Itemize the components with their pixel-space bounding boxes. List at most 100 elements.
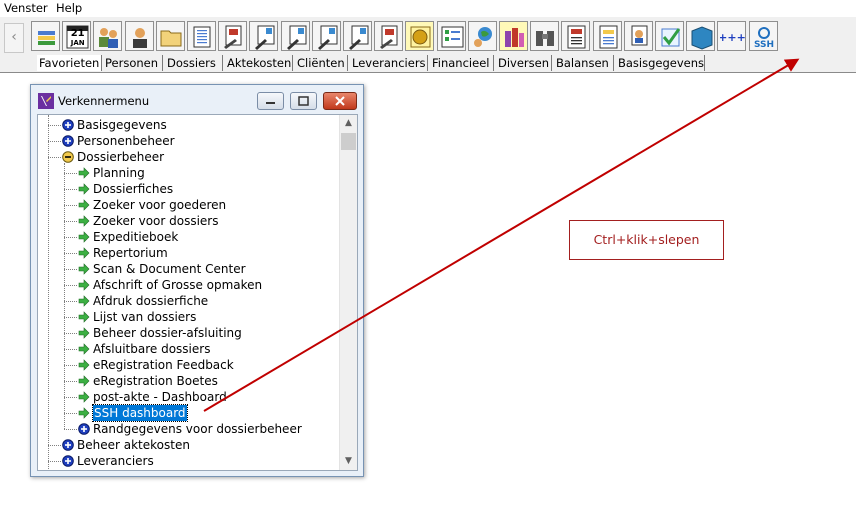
toolbar-button-ssh[interactable]: SSH — [748, 21, 778, 51]
toolbar-button-deed[interactable] — [374, 21, 404, 51]
toolbar-button-book[interactable] — [686, 21, 716, 51]
tree-item-zoeker-voor-dossiers[interactable]: Zoeker voor dossiers — [38, 213, 338, 229]
tree-item-label: Dossierfiches — [93, 182, 174, 196]
tree-item-ssh-dashboard[interactable]: SSH dashboard — [38, 404, 338, 422]
tab-strip: Favorieten Personen Dossiers Aktekosten Clië… — [0, 55, 856, 73]
close-button[interactable] — [323, 92, 357, 110]
verkennermenu-window: Verkennermenu ▲ ▼ Basisgegevens Personenb… — [30, 84, 364, 477]
toolbar-button-checklist[interactable] — [436, 21, 466, 51]
toolbar-button-euro-deed[interactable] — [343, 21, 372, 51]
toolbar-scroll-left-button[interactable]: ‹ — [4, 23, 24, 53]
toolbar-button-people[interactable] — [93, 21, 123, 51]
minimize-button[interactable] — [257, 92, 284, 110]
tree-item-zoeker-voor-goederen[interactable]: Zoeker voor goederen — [38, 197, 338, 213]
scroll-thumb[interactable] — [341, 133, 356, 150]
tree-item-dossierbeheer[interactable]: Dossierbeheer — [38, 149, 338, 165]
menu-help[interactable]: Help — [56, 1, 82, 15]
tree-item-beheer-aktekosten[interactable]: Beheer aktekosten — [38, 437, 338, 453]
tree-item-scan-document-center[interactable]: Scan & Document Center — [38, 261, 338, 277]
certificate-icon — [631, 25, 648, 46]
tree-item-repertorium[interactable]: Repertorium — [38, 245, 338, 261]
tree-item-randgegevens-voor-dossierbeheer[interactable]: Randgegevens voor dossierbeheer — [38, 421, 338, 437]
tree-item-label: post-akte - Dashboard — [93, 390, 227, 404]
euro-coin-icon — [410, 26, 431, 48]
euro-deed-icon — [255, 25, 275, 50]
toolbar-button-check[interactable] — [655, 21, 684, 51]
tree-item-planning[interactable]: Planning — [38, 165, 338, 181]
green-arrow-icon — [78, 263, 90, 275]
maximize-button[interactable] — [290, 92, 317, 110]
tree-item-label: Randgegevens voor dossierbeheer — [93, 422, 302, 436]
toolbar-button-person[interactable] — [124, 21, 154, 51]
tab-leveranciers[interactable]: Leveranciers — [350, 55, 428, 71]
toolbar-button-calendar[interactable]: 21 JAN — [62, 21, 92, 51]
tree-item-expeditieboek[interactable]: Expeditieboek — [38, 229, 338, 245]
tree-item-afdruk-dossierfiche[interactable]: Afdruk dossierfiche — [38, 293, 338, 309]
tree-item-label: Leveranciers — [77, 454, 154, 468]
tree-item-label: eRegistration Boetes — [93, 374, 218, 388]
tree-item-eregistration-boetes[interactable]: eRegistration Boetes — [38, 373, 338, 389]
plus-circle-icon — [62, 455, 74, 467]
tab-personen[interactable]: Personen — [103, 55, 163, 71]
folder-icon — [160, 30, 182, 47]
tree-item-label: Personenbeheer — [77, 134, 175, 148]
tree-item-leveranciers[interactable]: Leveranciers — [38, 453, 338, 469]
minus-circle-icon — [62, 151, 74, 163]
toolbar-button-certificate[interactable] — [623, 21, 653, 51]
tree-item-beheer-dossier-afsluiting[interactable]: Beheer dossier-afsluiting — [38, 325, 338, 341]
toolbar-button-globe[interactable] — [467, 21, 497, 51]
tree-item-label: eRegistration Feedback — [93, 358, 234, 372]
tab-aktekosten[interactable]: Aktekosten — [225, 55, 293, 71]
check-icon — [661, 28, 681, 47]
tree-item-post-akte-dashboard[interactable]: post-akte - Dashboard — [38, 389, 338, 405]
document-icon — [193, 26, 211, 48]
book-icon — [691, 26, 713, 50]
explorer-tree: ▲ ▼ Basisgegevens Personenbeheer Dossierbe… — [37, 114, 358, 471]
tree-item-afsluitbare-dossiers[interactable]: Afsluitbare dossiers — [38, 341, 338, 357]
tab-dossiers[interactable]: Dossiers — [165, 55, 223, 71]
tree-item-basisgegevens[interactable]: Basisgegevens — [38, 117, 338, 133]
toolbar-button-document[interactable] — [187, 21, 216, 51]
tab-favorieten[interactable]: Favorieten — [37, 55, 102, 71]
toolbar-button-folder[interactable] — [155, 21, 185, 51]
toolbar-button-binoculars[interactable] — [530, 21, 560, 51]
close-icon — [335, 96, 345, 106]
toolbar-button-register[interactable] — [561, 21, 591, 51]
toolbar-button-books[interactable] — [499, 21, 528, 51]
toolbar-button-deed[interactable] — [218, 21, 248, 51]
minimize-icon — [266, 102, 275, 104]
toolbar-button-euro-deed[interactable] — [280, 21, 310, 51]
tree-item-eregistration-feedback[interactable]: eRegistration Feedback — [38, 357, 338, 373]
euro-deed-icon — [286, 25, 307, 50]
tree-item-label: Planning — [93, 166, 145, 180]
green-arrow-icon — [78, 343, 90, 355]
person-icon — [132, 28, 147, 48]
tree-scrollbar[interactable]: ▲ ▼ — [339, 115, 357, 470]
toolbar-button-euro-deed[interactable] — [311, 21, 341, 51]
tab-cli-nten[interactable]: Cliënten — [295, 55, 348, 71]
green-arrow-icon — [78, 167, 90, 179]
tab-diversen[interactable]: Diversen — [496, 55, 552, 71]
toolbar-button-euro-deed[interactable] — [249, 21, 279, 51]
green-arrow-icon — [78, 183, 90, 195]
tab-basisgegevens[interactable]: Basisgegevens — [616, 55, 705, 71]
toolbar-button-form[interactable] — [592, 21, 622, 51]
toolbar-button-euro-coin[interactable] — [405, 21, 435, 51]
tree-item-label: Lijst van dossiers — [93, 310, 197, 324]
tree-item-label: Zoeker voor dossiers — [93, 214, 219, 228]
tab-financieel[interactable]: Financieel — [430, 55, 494, 71]
tab-balansen[interactable]: Balansen — [554, 55, 614, 71]
deed-icon — [380, 25, 398, 49]
scroll-down-button[interactable]: ▼ — [340, 453, 357, 470]
tree-item-afschrift-of-grosse-opmaken[interactable]: Afschrift of Grosse opmaken — [38, 277, 338, 293]
scroll-up-button[interactable]: ▲ — [340, 115, 357, 132]
green-arrow-icon — [78, 327, 90, 339]
maximize-icon — [298, 96, 309, 106]
tree-item-personenbeheer[interactable]: Personenbeheer — [38, 133, 338, 149]
green-arrow-icon — [78, 199, 90, 211]
menu-venster[interactable]: Venster — [4, 1, 48, 15]
toolbar-button-plus[interactable]: +++ — [717, 21, 747, 51]
tree-item-dossierfiches[interactable]: Dossierfiches — [38, 181, 338, 197]
toolbar-button-stack[interactable] — [31, 21, 60, 51]
tree-item-lijst-van-dossiers[interactable]: Lijst van dossiers — [38, 309, 338, 325]
